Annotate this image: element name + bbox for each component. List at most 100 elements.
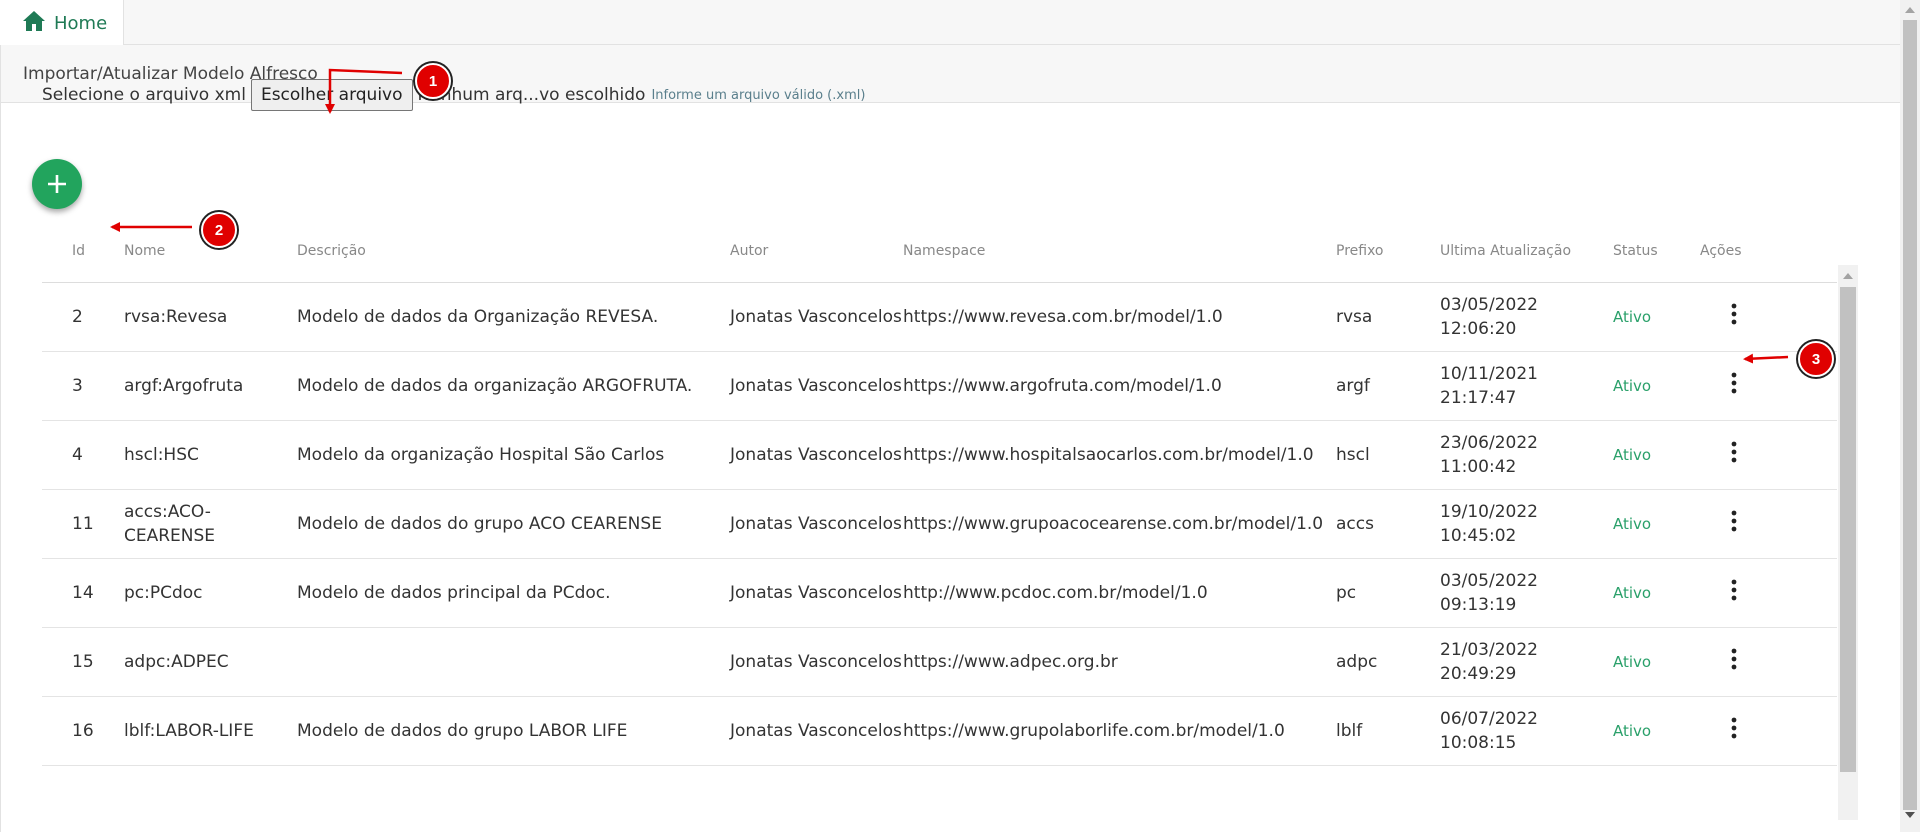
cell-nome: hscl:HSC xyxy=(124,420,297,490)
cell-id: 14 xyxy=(42,558,124,628)
cell-descricao xyxy=(297,627,730,697)
cell-time: 09:13:19 xyxy=(1440,594,1517,615)
annotation-badge-2: 2 xyxy=(201,212,237,248)
more-vert-icon[interactable] xyxy=(1722,371,1746,395)
header-namespace[interactable]: Namespace xyxy=(903,220,1336,283)
header-acoes: Ações xyxy=(1700,220,1837,283)
add-model-button[interactable] xyxy=(32,159,82,209)
cell-time: 10:45:02 xyxy=(1440,525,1517,546)
cell-prefixo: hscl xyxy=(1336,420,1440,490)
page-scroll-down-icon[interactable] xyxy=(1905,812,1915,818)
more-vert-icon[interactable] xyxy=(1722,647,1746,671)
cell-id: 3 xyxy=(42,351,124,421)
cell-acoes xyxy=(1700,696,1837,766)
table-row: 3 argf:Argofruta Modelo de dados da organi… xyxy=(42,351,1837,421)
table-scrollbar[interactable] xyxy=(1838,265,1858,820)
more-vert-icon[interactable] xyxy=(1722,578,1746,602)
scroll-up-arrow-icon[interactable] xyxy=(1843,273,1853,279)
table-row: 14 pc:PCdoc Modelo de dados principal da P… xyxy=(42,558,1837,628)
cell-acoes xyxy=(1700,489,1837,559)
table-row: 16 lblf:LABOR-LIFE Modelo de dados do grup… xyxy=(42,696,1837,766)
cell-id: 2 xyxy=(42,282,124,352)
header-prefixo[interactable]: Prefixo xyxy=(1336,220,1440,283)
cell-prefixo: rvsa xyxy=(1336,282,1440,352)
cell-status: Ativo xyxy=(1613,627,1700,697)
cell-namespace: https://www.grupolaborlife.com.br/model/… xyxy=(903,696,1336,766)
cell-status: Ativo xyxy=(1613,558,1700,628)
header-autor[interactable]: Autor xyxy=(730,220,903,283)
cell-id: 4 xyxy=(42,420,124,490)
page-scrollbar[interactable] xyxy=(1900,0,1920,832)
cell-nome: lblf:LABOR-LIFE xyxy=(124,696,297,766)
cell-prefixo: lblf xyxy=(1336,696,1440,766)
annotation-badge-3: 3 xyxy=(1798,341,1834,377)
cell-namespace: https://www.argofruta.com/model/1.0 xyxy=(903,351,1336,421)
cell-ultima-atualizacao: 10/11/2021 21:17:47 xyxy=(1440,351,1613,421)
cell-time: 11:00:42 xyxy=(1440,456,1517,477)
models-table: Id Nome Descrição Autor Namespace Prefix… xyxy=(42,220,1837,766)
table-scroll-thumb[interactable] xyxy=(1840,287,1856,772)
cell-date: 06/07/2022 xyxy=(1440,708,1538,729)
tab-home[interactable]: Home xyxy=(0,0,124,46)
cell-nome: pc:PCdoc xyxy=(124,558,297,628)
cell-autor: Jonatas Vasconcelos xyxy=(730,696,903,766)
cell-autor: Jonatas Vasconcelos xyxy=(730,489,903,559)
cell-namespace: http://www.pcdoc.com.br/model/1.0 xyxy=(903,558,1336,628)
cell-autor: Jonatas Vasconcelos xyxy=(730,420,903,490)
header-descricao[interactable]: Descrição xyxy=(297,220,730,283)
cell-date: 10/11/2021 xyxy=(1440,363,1538,384)
cell-autor: Jonatas Vasconcelos xyxy=(730,558,903,628)
cell-descricao: Modelo de dados do grupo ACO CEARENSE xyxy=(297,489,730,559)
cell-nome: adpc:ADPEC xyxy=(124,627,297,697)
cell-ultima-atualizacao: 21/03/2022 20:49:29 xyxy=(1440,627,1613,697)
file-input-row: Selecione o arquivo xml Escolher arquivo… xyxy=(42,79,865,111)
cell-namespace: https://www.grupoacocearense.com.br/mode… xyxy=(903,489,1336,559)
cell-acoes xyxy=(1700,627,1837,697)
cell-date: 21/03/2022 xyxy=(1440,639,1538,660)
cell-time: 12:06:20 xyxy=(1440,318,1517,339)
cell-namespace: https://www.hospitalsaocarlos.com.br/mod… xyxy=(903,420,1336,490)
cell-namespace: https://www.revesa.com.br/model/1.0 xyxy=(903,282,1336,352)
models-table-container: Id Nome Descrição Autor Namespace Prefix… xyxy=(42,220,1837,820)
cell-autor: Jonatas Vasconcelos xyxy=(730,351,903,421)
more-vert-icon[interactable] xyxy=(1722,440,1746,464)
table-row: 4 hscl:HSC Modelo da organização Hospital … xyxy=(42,420,1837,490)
cell-date: 19/10/2022 xyxy=(1440,501,1538,522)
cell-ultima-atualizacao: 19/10/2022 10:45:02 xyxy=(1440,489,1613,559)
cell-nome: accs:ACO-CEARENSE xyxy=(124,489,297,559)
cell-descricao: Modelo de dados da organização ARGOFRUTA… xyxy=(297,351,730,421)
more-vert-icon[interactable] xyxy=(1722,509,1746,533)
header-id[interactable]: Id xyxy=(42,220,124,283)
header-status[interactable]: Status xyxy=(1613,220,1700,283)
cell-date: 23/06/2022 xyxy=(1440,432,1538,453)
choose-file-button[interactable]: Escolher arquivo xyxy=(250,79,413,111)
cell-ultima-atualizacao: 03/05/2022 09:13:19 xyxy=(1440,558,1613,628)
cell-descricao: Modelo de dados do grupo LABOR LIFE xyxy=(297,696,730,766)
header-ultima-atualizacao[interactable]: Ultima Atualização xyxy=(1440,220,1613,283)
cell-status: Ativo xyxy=(1613,282,1700,352)
cell-ultima-atualizacao: 06/07/2022 10:08:15 xyxy=(1440,696,1613,766)
cell-time: 21:17:47 xyxy=(1440,387,1517,408)
more-vert-icon[interactable] xyxy=(1722,716,1746,740)
cell-status: Ativo xyxy=(1613,351,1700,421)
cell-autor: Jonatas Vasconcelos xyxy=(730,627,903,697)
file-input-label: Selecione o arquivo xml xyxy=(42,85,246,105)
cell-namespace: https://www.adpec.org.br xyxy=(903,627,1336,697)
cell-autor: Jonatas Vasconcelos xyxy=(730,282,903,352)
cell-prefixo: pc xyxy=(1336,558,1440,628)
cell-descricao: Modelo de dados principal da PCdoc. xyxy=(297,558,730,628)
cell-id: 11 xyxy=(42,489,124,559)
cell-id: 15 xyxy=(42,627,124,697)
cell-prefixo: adpc xyxy=(1336,627,1440,697)
cell-prefixo: accs xyxy=(1336,489,1440,559)
cell-prefixo: argf xyxy=(1336,351,1440,421)
cell-time: 20:49:29 xyxy=(1440,663,1517,684)
tab-home-label: Home xyxy=(54,12,108,34)
page-scroll-thumb[interactable] xyxy=(1903,20,1917,810)
cell-descricao: Modelo da organização Hospital São Carlo… xyxy=(297,420,730,490)
more-vert-icon[interactable] xyxy=(1722,302,1746,326)
plus-icon xyxy=(48,175,66,193)
table-row: 11 accs:ACO-CEARENSE Modelo de dados do gr… xyxy=(42,489,1837,559)
annotation-badge-1: 1 xyxy=(415,63,451,99)
page-scroll-up-icon[interactable] xyxy=(1905,7,1915,13)
